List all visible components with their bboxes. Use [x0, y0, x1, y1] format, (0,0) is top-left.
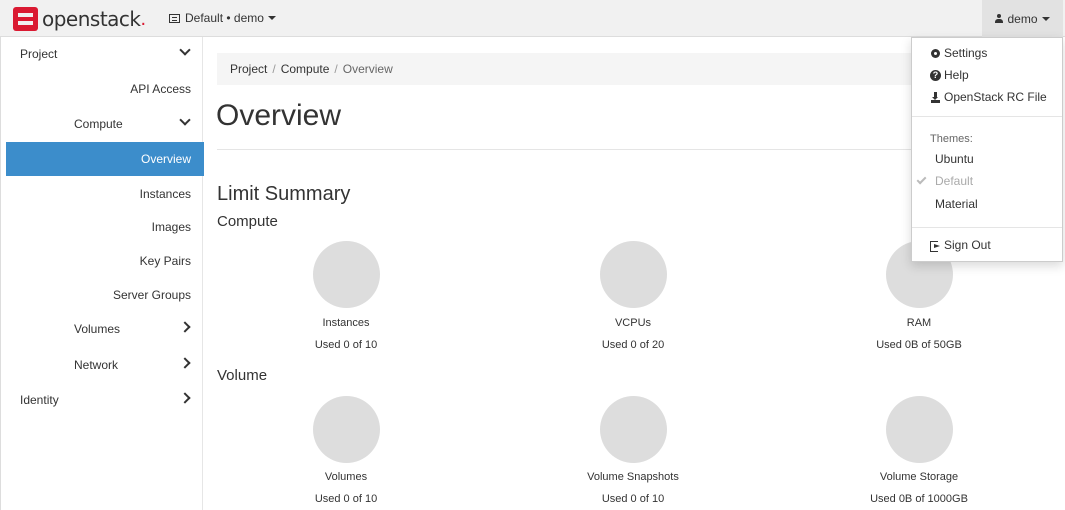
project-picker-label: Default • demo — [185, 11, 264, 25]
menu-item-label: Material — [935, 197, 978, 211]
menu-item-settings[interactable]: Settings — [912, 43, 1062, 63]
themes-header: Themes: — [930, 133, 973, 145]
sidebar-item-label: Server Groups — [112, 288, 191, 302]
menu-item-theme-ubuntu[interactable]: Ubuntu — [912, 149, 1062, 169]
menu-item-theme-default: Default — [912, 171, 1062, 191]
sidebar-item-server-groups[interactable]: Server Groups — [6, 278, 204, 312]
sidebar-item-project[interactable]: Project — [6, 37, 204, 71]
openstack-logo-icon — [13, 7, 38, 31]
sidebar-item-instances[interactable]: Instances — [6, 177, 204, 211]
sidebar-item-label: Volumes — [74, 322, 121, 336]
sidebar: Project API Access Compute Overview Inst… — [0, 37, 204, 510]
chart-label: RAM — [906, 317, 932, 329]
chevron-right-icon — [179, 357, 191, 369]
chevron-right-icon — [179, 321, 191, 333]
chevron-right-icon — [179, 392, 191, 404]
sidebar-item-api-access[interactable]: API Access — [6, 72, 204, 106]
volume-snapshots-pie-chart — [600, 396, 667, 463]
sidebar-item-label: Project — [20, 47, 58, 61]
menu-item-label: Sign Out — [944, 238, 991, 252]
chart-usage: Used 0B of 1000GB — [870, 493, 968, 505]
chart-usage: Used 0 of 10 — [314, 493, 378, 505]
menu-item-theme-material[interactable]: Material — [912, 194, 1062, 214]
volume-section-heading: Volume — [217, 367, 268, 384]
instances-pie-chart — [313, 241, 380, 308]
sidebar-item-label: Images — [151, 220, 191, 234]
menu-divider — [912, 227, 1062, 228]
chevron-down-icon — [179, 114, 191, 126]
volume-storage-pie-chart — [886, 396, 953, 463]
breadcrumb-separator: / — [334, 62, 338, 76]
check-icon — [916, 174, 927, 185]
chart-label: Volume Snapshots — [587, 471, 679, 483]
sidebar-item-label: Network — [74, 358, 119, 372]
sidebar-item-network[interactable]: Network — [6, 348, 204, 382]
breadcrumb-current: Overview — [342, 62, 393, 76]
breadcrumb: Project / Compute / Overview — [217, 53, 917, 85]
sidebar-item-key-pairs[interactable]: Key Pairs — [6, 244, 204, 278]
openstack-logo[interactable]: openstack. — [13, 7, 146, 31]
user-menu-toggle[interactable]: demo — [982, 0, 1063, 37]
brand-name: openstack — [42, 7, 141, 31]
menu-divider — [912, 116, 1062, 117]
sidebar-item-images[interactable]: Images — [6, 210, 204, 244]
sidebar-item-label: Overview — [140, 152, 191, 166]
sidebar-item-label: Key Pairs — [139, 254, 191, 268]
chart-label: VCPUs — [614, 317, 652, 329]
user-menu-label: demo — [1007, 11, 1038, 26]
breadcrumb-compute[interactable]: Compute — [281, 62, 330, 76]
list-icon — [169, 13, 180, 23]
help-icon — [930, 69, 941, 81]
chart-usage: Used 0B of 50GB — [876, 339, 962, 351]
top-navbar: openstack. Default • demo demo — [0, 0, 1065, 37]
sidebar-item-volumes[interactable]: Volumes — [6, 312, 204, 346]
gear-icon — [930, 48, 941, 59]
chevron-down-icon — [179, 44, 191, 56]
menu-item-label: Ubuntu — [935, 152, 974, 166]
caret-down-icon — [1041, 16, 1050, 21]
sidebar-item-overview[interactable]: Overview — [6, 142, 204, 176]
chart-usage: Used 0 of 20 — [601, 339, 665, 351]
user-icon — [995, 14, 1004, 23]
menu-item-openstack-rc-file[interactable]: OpenStack RC File — [912, 87, 1062, 107]
sidebar-item-compute[interactable]: Compute — [6, 107, 204, 141]
limit-summary-heading: Limit Summary — [217, 183, 351, 205]
sidebar-item-label: Instances — [139, 187, 191, 201]
page-title: Overview — [216, 99, 342, 132]
menu-item-sign-out[interactable]: Sign Out — [912, 235, 1062, 255]
sidebar-item-label: Identity — [20, 393, 59, 407]
menu-item-label: Settings — [944, 46, 988, 60]
chart-usage: Used 0 of 10 — [314, 339, 378, 351]
menu-item-label: Help — [944, 68, 969, 82]
vcpus-pie-chart — [600, 241, 667, 308]
menu-item-label: Default — [935, 174, 974, 188]
compute-section-heading: Compute — [217, 213, 278, 230]
project-picker-dropdown[interactable]: Default • demo — [169, 11, 276, 25]
volumes-pie-chart — [313, 396, 380, 463]
chart-label: Volume Storage — [879, 471, 959, 483]
chart-label: Instances — [322, 317, 370, 329]
breadcrumb-project[interactable]: Project — [230, 62, 267, 76]
chart-usage: Used 0 of 10 — [601, 493, 665, 505]
sidebar-item-label: API Access — [130, 82, 191, 96]
user-dropdown-menu: Settings Help OpenStack RC File Themes: … — [911, 37, 1063, 262]
sign-out-icon — [930, 240, 941, 252]
breadcrumb-separator: / — [272, 62, 276, 76]
title-divider — [217, 149, 917, 150]
sidebar-item-label: Compute — [74, 117, 123, 131]
caret-down-icon — [267, 16, 276, 20]
menu-item-label: OpenStack RC File — [944, 90, 1047, 104]
download-icon — [930, 91, 941, 103]
brand-dot: . — [140, 7, 147, 30]
chart-label: Volumes — [324, 471, 368, 483]
menu-item-help[interactable]: Help — [912, 65, 1062, 85]
sidebar-item-identity[interactable]: Identity — [6, 383, 204, 417]
